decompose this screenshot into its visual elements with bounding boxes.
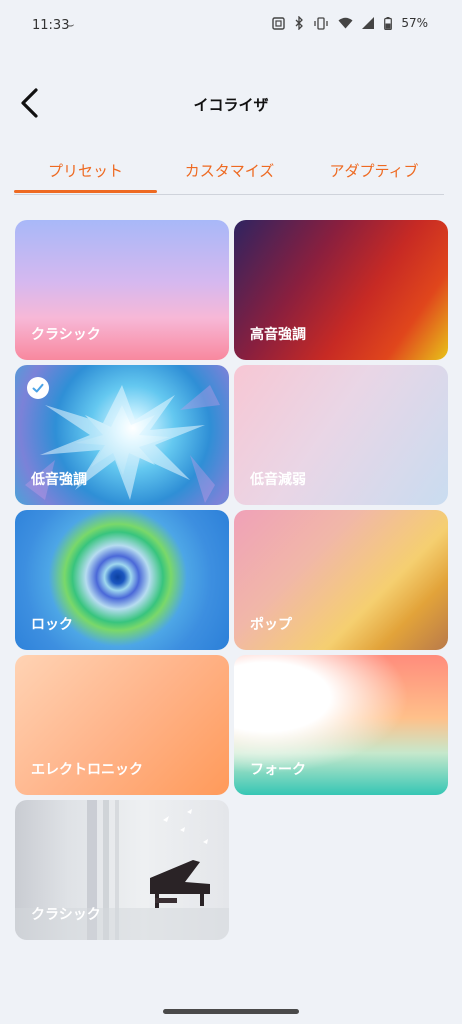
- status-bar: 11:33 ⌣ 57%: [0, 0, 462, 52]
- preset-label: フォーク: [250, 762, 306, 778]
- signal-icon: [362, 17, 375, 29]
- bluetooth-icon: [295, 16, 304, 30]
- preset-card-classic[interactable]: クラシック: [15, 220, 229, 360]
- do-not-disturb-icon: ⌣: [66, 18, 75, 33]
- tab-customize[interactable]: カスタマイズ: [157, 160, 302, 181]
- preset-card-treble-boost[interactable]: 高音強調: [234, 220, 448, 360]
- preset-card-rock[interactable]: ロック: [15, 510, 229, 650]
- status-time: 11:33: [32, 18, 70, 33]
- preset-label: ポップ: [250, 617, 292, 633]
- tab-presets[interactable]: プリセット: [14, 160, 157, 181]
- preset-card-bass-reduce[interactable]: 低音減弱: [234, 365, 448, 505]
- tab-adaptive[interactable]: アダプティブ: [304, 160, 444, 181]
- preset-card-classic-piano[interactable]: クラシック: [15, 800, 229, 940]
- battery-icon: [384, 16, 393, 30]
- preset-label: クラシック: [31, 327, 101, 343]
- preset-card-folk[interactable]: フォーク: [234, 655, 448, 795]
- tab-bar: プリセット カスタマイズ アダプティブ: [14, 152, 444, 195]
- battery-percentage: 57%: [401, 16, 428, 30]
- preset-label: ロック: [31, 617, 73, 633]
- vibrate-icon: [314, 16, 328, 30]
- preset-label: エレクトロニック: [31, 762, 143, 778]
- active-tab-indicator: [14, 190, 157, 193]
- nfc-icon: [272, 16, 286, 30]
- preset-card-electronic[interactable]: エレクトロニック: [15, 655, 229, 795]
- preset-label: 低音減弱: [250, 472, 306, 488]
- page-title: イコライザ: [193, 96, 269, 114]
- status-icons: 57%: [272, 16, 428, 30]
- home-indicator[interactable]: [163, 1009, 299, 1014]
- selected-check-icon: [27, 377, 49, 399]
- wifi-icon: [338, 17, 353, 29]
- preset-label: 低音強調: [31, 472, 87, 488]
- preset-label: 高音強調: [250, 327, 306, 343]
- preset-card-bass-boost[interactable]: 低音強調: [15, 365, 229, 505]
- preset-card-pop[interactable]: ポップ: [234, 510, 448, 650]
- preset-label: クラシック: [31, 907, 101, 923]
